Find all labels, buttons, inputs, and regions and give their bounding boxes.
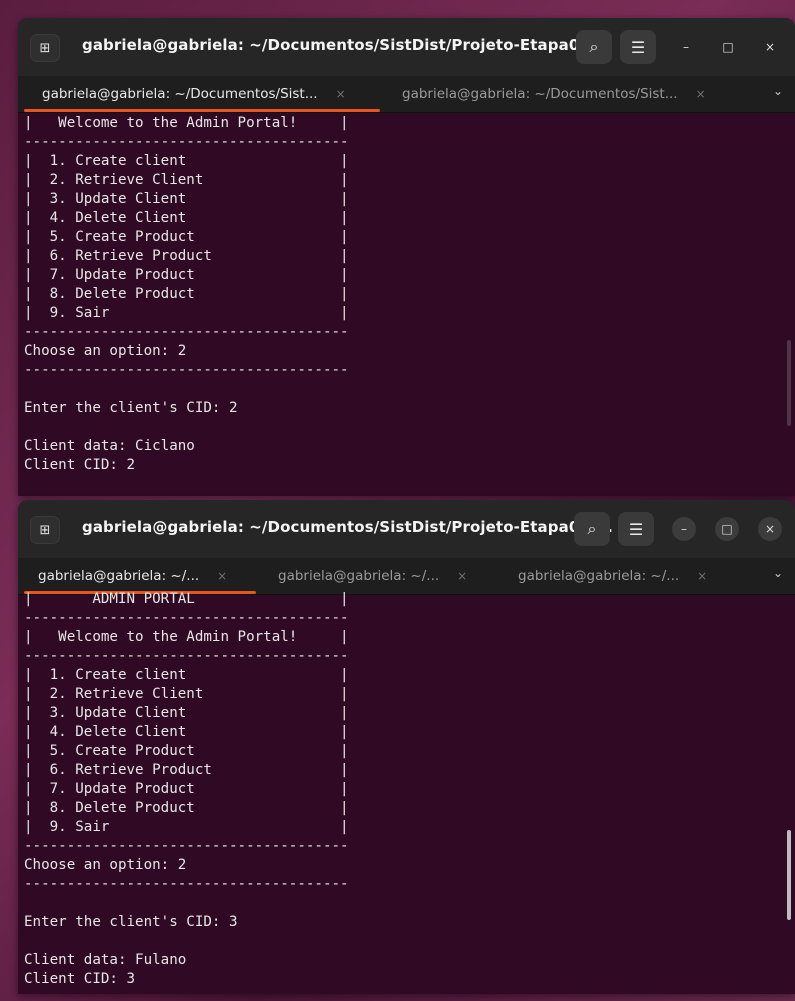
scrollbar[interactable] xyxy=(787,340,791,426)
hamburger-menu-icon: ☰ xyxy=(628,519,644,539)
terminal-line: | 2. Retrieve Client | xyxy=(24,686,349,702)
terminal-line: | 3. Update Client | xyxy=(24,705,349,721)
tab-label: gabriela@gabriela: ~/... xyxy=(38,568,200,584)
maximize-icon: □ xyxy=(721,522,733,536)
terminal-line: -------------------------------------- xyxy=(24,648,349,664)
new-tab-icon: ⊞ xyxy=(39,522,51,538)
minimize-button[interactable]: – xyxy=(672,517,696,541)
terminal-line: Client CID: 3 xyxy=(24,971,136,987)
close-tab-icon[interactable]: × xyxy=(336,87,346,101)
terminal-line: | 9. Sair | xyxy=(24,305,349,321)
tab-3[interactable]: gabriela@gabriela: ~/... × xyxy=(504,558,736,594)
chevron-down-icon: ⌄ xyxy=(772,84,783,98)
search-button[interactable]: ⌕ xyxy=(574,512,610,546)
close-icon: × xyxy=(764,40,776,54)
terminal-line: | 3. Update Client | xyxy=(24,191,349,207)
terminal-line: | 1. Create client | xyxy=(24,667,349,683)
close-tab-icon[interactable]: × xyxy=(696,87,706,101)
close-button[interactable]: × xyxy=(758,517,782,541)
new-tab-button[interactable]: ⊞ xyxy=(30,516,60,544)
titlebar[interactable]: ⊞ gabriela@gabriela: ~/Documentos/SistDi… xyxy=(18,18,795,76)
terminal-line: -------------------------------------- xyxy=(24,838,349,854)
terminal-line: | ADMIN PORTAL | xyxy=(24,591,349,607)
tab-1[interactable]: gabriela@gabriela: ~/Documentos/Sist... … xyxy=(24,76,380,112)
maximize-button[interactable]: □ xyxy=(715,517,739,541)
tab-bar: gabriela@gabriela: ~/Documentos/Sist... … xyxy=(18,76,795,113)
terminal-line: | 7. Update Product | xyxy=(24,267,349,283)
terminal-line: -------------------------------------- xyxy=(24,876,349,892)
terminal-line: | 5. Create Product | xyxy=(24,743,349,759)
menu-button[interactable]: ☰ xyxy=(618,512,654,546)
terminal-line: | 2. Retrieve Client | xyxy=(24,172,349,188)
terminal-window-1: ⊞ gabriela@gabriela: ~/Documentos/SistDi… xyxy=(18,18,795,496)
new-tab-button[interactable]: ⊞ xyxy=(30,34,60,62)
close-tab-icon[interactable]: × xyxy=(217,569,227,583)
tab-1[interactable]: gabriela@gabriela: ~/... × xyxy=(24,558,256,594)
tab-label: gabriela@gabriela: ~/Documentos/Sist... xyxy=(42,86,318,102)
terminal-output[interactable]: | ADMIN PORTAL | ------------------------… xyxy=(24,590,781,990)
chevron-down-icon: ⌄ xyxy=(772,566,783,580)
tab-label: gabriela@gabriela: ~/Documentos/Sist... xyxy=(402,86,678,102)
tab-list-dropdown[interactable]: ⌄ xyxy=(773,566,783,580)
close-tab-icon[interactable]: × xyxy=(697,569,707,583)
terminal-line: Choose an option: 2 xyxy=(24,857,187,873)
terminal-line: -------------------------------------- xyxy=(24,324,349,340)
close-tab-icon[interactable]: × xyxy=(457,569,467,583)
terminal-line: | 9. Sair | xyxy=(24,819,349,835)
window-title: gabriela@gabriela: ~/Documentos/SistDist… xyxy=(82,518,613,536)
hamburger-menu-icon: ☰ xyxy=(630,37,646,57)
terminal-line: -------------------------------------- xyxy=(24,362,349,378)
terminal-line: | 6. Retrieve Product | xyxy=(24,762,349,778)
terminal-line: Enter the client's CID: 3 xyxy=(24,914,238,930)
tab-label: gabriela@gabriela: ~/... xyxy=(518,568,680,584)
terminal-line: | 8. Delete Product | xyxy=(24,800,349,816)
close-icon: × xyxy=(764,522,776,536)
maximize-button[interactable]: □ xyxy=(716,35,740,59)
new-tab-icon: ⊞ xyxy=(39,40,51,56)
tab-2[interactable]: gabriela@gabriela: ~/Documentos/Sist... … xyxy=(388,76,744,112)
terminal-line: Client CID: 2 xyxy=(24,457,136,473)
search-button[interactable]: ⌕ xyxy=(576,30,612,64)
terminal-line: -------------------------------------- xyxy=(24,134,349,150)
terminal-line: | 5. Create Product | xyxy=(24,229,349,245)
search-icon: ⌕ xyxy=(589,37,599,56)
terminal-line: | Welcome to the Admin Portal! | xyxy=(24,115,349,131)
minimize-icon: – xyxy=(681,522,687,536)
terminal-line: | 4. Delete Client | xyxy=(24,210,349,226)
maximize-icon: □ xyxy=(722,40,734,54)
terminal-line: | 8. Delete Product | xyxy=(24,286,349,302)
terminal-output[interactable]: | Welcome to the Admin Portal! | --------… xyxy=(24,114,781,494)
tab-list-dropdown[interactable]: ⌄ xyxy=(773,84,783,98)
terminal-line: -------------------------------------- xyxy=(24,610,349,626)
terminal-line: | 1. Create client | xyxy=(24,153,349,169)
titlebar[interactable]: ⊞ gabriela@gabriela: ~/Documentos/SistDi… xyxy=(18,500,795,558)
window-title: gabriela@gabriela: ~/Documentos/SistDist… xyxy=(82,36,613,54)
scrollbar[interactable] xyxy=(787,830,791,920)
terminal-line: Choose an option: 2 xyxy=(24,343,187,359)
terminal-window-2: ⊞ gabriela@gabriela: ~/Documentos/SistDi… xyxy=(18,500,795,994)
menu-button[interactable]: ☰ xyxy=(620,30,656,64)
active-tab-indicator xyxy=(24,109,380,112)
terminal-line: | 6. Retrieve Product | xyxy=(24,248,349,264)
tab-label: gabriela@gabriela: ~/... xyxy=(278,568,440,584)
minimize-icon: – xyxy=(683,40,689,54)
terminal-line: | Welcome to the Admin Portal! | xyxy=(24,629,349,645)
terminal-line: | 4. Delete Client | xyxy=(24,724,349,740)
terminal-line: Client data: Fulano xyxy=(24,952,187,968)
search-icon: ⌕ xyxy=(587,519,597,538)
terminal-line: Client data: Ciclano xyxy=(24,438,195,454)
terminal-line: | 7. Update Product | xyxy=(24,781,349,797)
terminal-line: Enter the client's CID: 2 xyxy=(24,400,238,416)
tab-2[interactable]: gabriela@gabriela: ~/... × xyxy=(264,558,496,594)
minimize-button[interactable]: – xyxy=(674,35,698,59)
close-button[interactable]: × xyxy=(758,35,782,59)
